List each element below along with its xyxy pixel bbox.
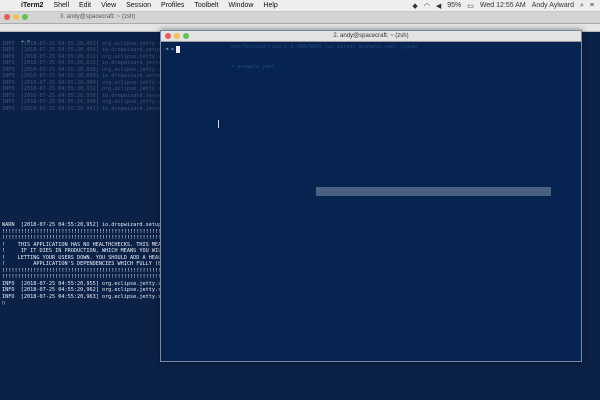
background-window-title: 3. andy@spacecraft: ~ (zsh) bbox=[60, 14, 136, 20]
ghost-title: get/testing/ring-1.0-SNAPSHOT.jar server… bbox=[231, 44, 419, 50]
zoom-button[interactable] bbox=[183, 33, 189, 39]
minimize-button[interactable] bbox=[13, 14, 19, 20]
mouse-ibeam-cursor-icon bbox=[218, 120, 219, 128]
terminal-cursor bbox=[176, 46, 181, 53]
menu-edit[interactable]: Edit bbox=[74, 2, 96, 9]
menu-help[interactable]: Help bbox=[258, 2, 282, 9]
minimize-button[interactable] bbox=[174, 33, 180, 39]
background-window-titlebar[interactable]: 3. andy@spacecraft: ~ (zsh) bbox=[0, 12, 600, 24]
foreground-terminal-output[interactable]: get/testing/ring-1.0-SNAPSHOT.jar server… bbox=[161, 42, 581, 361]
ghost-overlay-text: get/testing/ring-1.0-SNAPSHOT.jar server… bbox=[231, 42, 571, 94]
wifi-icon[interactable]: ◠ bbox=[424, 2, 430, 10]
battery-percent[interactable]: 95% bbox=[447, 2, 461, 9]
status-area: ◆ ◠ ◀ 95% ▭ Wed 12:55 AM Andy Aylward ⌕ … bbox=[412, 0, 594, 11]
notification-center-icon[interactable]: ≡ bbox=[590, 2, 594, 9]
selection-highlight bbox=[316, 187, 551, 196]
menu-shell[interactable]: Shell bbox=[48, 2, 74, 9]
menu-view[interactable]: View bbox=[96, 2, 121, 9]
app-menu[interactable]: iTerm2 bbox=[16, 2, 48, 9]
zoom-button[interactable] bbox=[22, 14, 28, 20]
menu-session[interactable]: Session bbox=[121, 2, 156, 9]
menu-bar: iTerm2 Shell Edit View Session Profiles … bbox=[0, 0, 600, 12]
battery-icon[interactable]: ▭ bbox=[467, 2, 474, 10]
ghost-subtitle: r example.yaml bbox=[231, 63, 275, 70]
prompt-line: ➜ ~ bbox=[165, 46, 181, 53]
menu-toolbelt[interactable]: Toolbelt bbox=[189, 2, 223, 9]
window-controls bbox=[165, 33, 189, 39]
clock[interactable]: Wed 12:55 AM bbox=[480, 2, 526, 9]
foreground-window-title: 2. andy@spacecraft: ~ (zsh) bbox=[333, 33, 409, 39]
user-name[interactable]: Andy Aylward bbox=[532, 2, 574, 9]
prompt-arrow-icon: ➜ bbox=[165, 46, 169, 53]
window-controls bbox=[4, 14, 28, 20]
prompt-dir: ~ bbox=[170, 46, 175, 53]
volume-icon[interactable]: ◀ bbox=[436, 2, 441, 10]
menu-profiles[interactable]: Profiles bbox=[156, 2, 189, 9]
search-icon[interactable]: ⌕ bbox=[580, 2, 584, 10]
foreground-window-titlebar[interactable]: 2. andy@spacecraft: ~ (zsh) bbox=[161, 31, 581, 42]
close-button[interactable] bbox=[4, 14, 10, 20]
foreground-terminal-window[interactable]: 2. andy@spacecraft: ~ (zsh) get/testing/… bbox=[160, 30, 582, 362]
close-button[interactable] bbox=[165, 33, 171, 39]
dropbox-icon[interactable]: ◆ bbox=[412, 2, 417, 10]
menu-window[interactable]: Window bbox=[224, 2, 259, 9]
